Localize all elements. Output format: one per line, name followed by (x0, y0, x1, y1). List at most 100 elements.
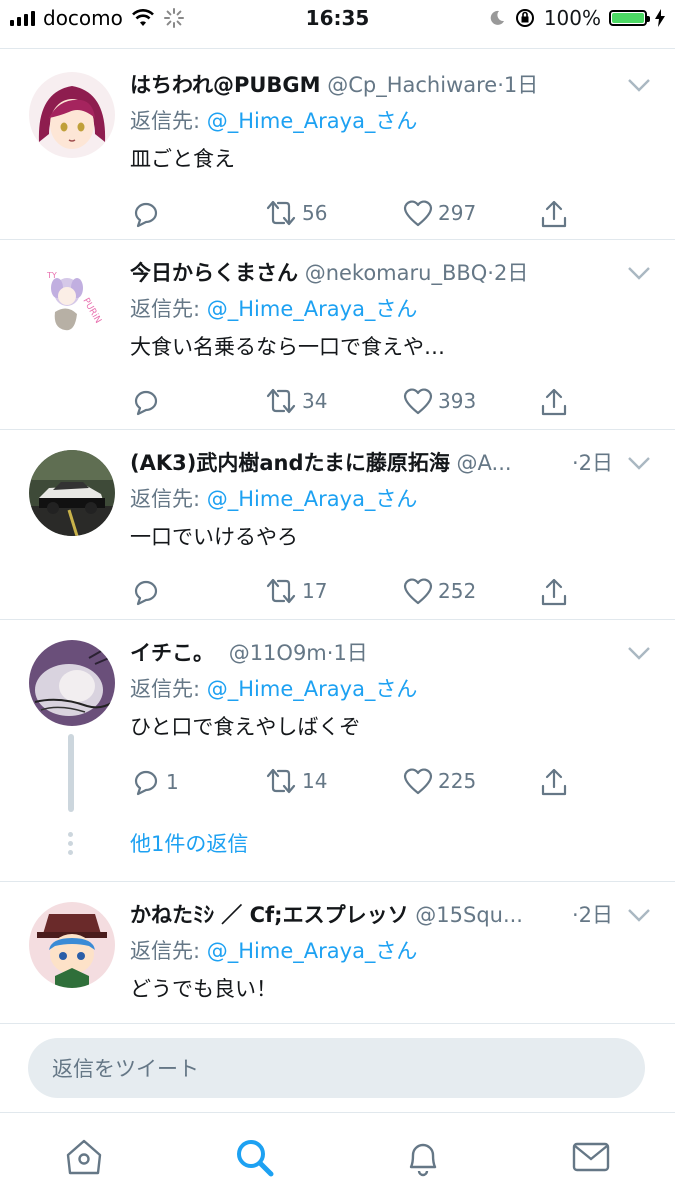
reply-icon (134, 770, 158, 796)
notifications-icon[interactable] (401, 1135, 445, 1179)
tweet-text: ひと口で食えやしばくぞ (130, 715, 361, 739)
retweet-count: 17 (302, 579, 328, 603)
thread-line (68, 734, 74, 812)
heart-icon (403, 578, 433, 605)
display-name[interactable]: イチこ。 (130, 641, 214, 665)
reply-label: 返信先: (130, 109, 207, 133)
tweet-time: ·1日 (497, 73, 539, 97)
reply-label: 返信先: (130, 297, 207, 321)
like-count: 393 (438, 389, 477, 413)
chevron-down-icon[interactable] (627, 266, 651, 280)
display-name[interactable]: (AK3)武内樹andたまに藤原拓海 (130, 451, 450, 475)
avatar[interactable]: PURiN TY (29, 260, 115, 346)
tweet-text: どうでも良い！ (130, 977, 277, 1001)
reply-icon (134, 202, 158, 228)
retweet-button[interactable]: 56 (264, 198, 327, 228)
user-handle[interactable]: @Cp_Hachiware (327, 73, 497, 97)
tweet[interactable]: (AK3)武内樹andたまに藤原拓海 @A... ·2日 返信先: @_Hime… (0, 430, 675, 620)
tweet-header: 今日からくまさん @nekomaru_BBQ·2日 (130, 256, 625, 290)
user-handle[interactable]: @A... (457, 451, 512, 475)
reply-label: 返信先: (130, 487, 207, 511)
reply-context: 返信先: @_Hime_Araya_さん (130, 935, 417, 967)
share-button[interactable] (538, 386, 570, 418)
avatar[interactable] (29, 640, 115, 726)
messages-icon[interactable] (569, 1135, 613, 1179)
reply-mention-link[interactable]: @_Hime_Araya_さん (207, 677, 418, 701)
retweet-icon (266, 388, 296, 414)
heart-icon (403, 388, 433, 415)
tweet-header: (AK3)武内樹andたまに藤原拓海 @A... (130, 446, 555, 480)
battery-percent: 100% (543, 6, 601, 30)
retweet-button[interactable]: 17 (264, 576, 327, 606)
like-button[interactable]: 297 (402, 198, 476, 228)
share-button[interactable] (538, 198, 570, 230)
show-more-replies-link[interactable]: 他1件の返信 (130, 828, 248, 858)
retweet-button[interactable]: 14 (264, 766, 327, 796)
avatar[interactable] (29, 450, 115, 536)
reply-mention-link[interactable]: @_Hime_Araya_さん (207, 109, 418, 133)
retweet-count: 56 (302, 201, 328, 225)
reply-compose-bar[interactable] (28, 1038, 645, 1100)
tweet-actions: 1 14 225 (130, 766, 590, 802)
reply-mention-link[interactable]: @_Hime_Araya_さん (207, 487, 418, 511)
share-icon (541, 200, 567, 228)
tweet[interactable]: はちわれ@PUBGM @Cp_Hachiware·1日 返信先: @_Hime_… (0, 52, 675, 240)
reply-button[interactable] (130, 576, 166, 608)
tweet-time: ·2日 (487, 261, 529, 285)
reply-button[interactable]: 1 (130, 766, 179, 798)
share-button[interactable] (538, 766, 570, 798)
tweet-text: 大食い名乗るなら一口で食えや… (130, 335, 445, 359)
avatar[interactable] (29, 902, 115, 988)
share-icon (541, 768, 567, 796)
home-icon[interactable] (62, 1135, 106, 1179)
reply-context: 返信先: @_Hime_Araya_さん (130, 483, 417, 515)
reply-mention-link[interactable]: @_Hime_Araya_さん (207, 939, 418, 963)
reply-button[interactable] (130, 198, 166, 230)
retweet-button[interactable]: 34 (264, 386, 327, 416)
moon-icon (490, 10, 504, 25)
chevron-down-icon[interactable] (627, 78, 651, 92)
like-button[interactable]: 252 (402, 576, 476, 606)
tweet[interactable]: かねたﾐｼ ／ Cf;エスプレッソ @15Squ... ·2日 返信先: @_H… (0, 882, 675, 1024)
battery-icon (609, 10, 650, 26)
display-name[interactable]: 今日からくまさん (130, 261, 298, 285)
retweet-icon (266, 768, 296, 794)
share-icon (541, 388, 567, 416)
retweet-icon (266, 578, 296, 604)
share-icon (541, 578, 567, 606)
tab-bar (0, 1112, 675, 1201)
orientation-lock-icon (515, 9, 534, 27)
reply-context: 返信先: @_Hime_Araya_さん (130, 105, 417, 137)
svg-text:TY: TY (46, 271, 57, 280)
reply-input[interactable] (50, 1038, 614, 1100)
like-button[interactable]: 225 (402, 766, 476, 796)
charging-bolt-icon (655, 9, 665, 27)
tweet[interactable]: PURiN TY 今日からくまさん @nekomaru_BBQ·2日 返信先: … (0, 240, 675, 430)
reply-button[interactable] (130, 386, 166, 418)
tweet[interactable]: イチこ。 @11O9m·1日 返信先: @_Hime_Araya_さん ひと口で… (0, 620, 675, 882)
chevron-down-icon[interactable] (627, 456, 651, 470)
user-handle[interactable]: @nekomaru_BBQ (305, 261, 488, 285)
reply-label: 返信先: (130, 939, 207, 963)
retweet-count: 14 (302, 769, 328, 793)
tweet-header: かねたﾐｼ ／ Cf;エスプレッソ @15Squ... (130, 898, 555, 932)
tweet-time: ·2日 (571, 451, 613, 475)
reply-mention-link[interactable]: @_Hime_Araya_さん (207, 297, 418, 321)
retweet-count: 34 (302, 389, 328, 413)
user-handle[interactable]: @15Squ... (415, 903, 523, 927)
share-button[interactable] (538, 576, 570, 608)
tweet-time: ·1日 (326, 641, 368, 665)
search-icon[interactable] (232, 1135, 276, 1179)
like-count: 297 (438, 201, 477, 225)
avatar[interactable] (29, 72, 115, 158)
reply-count: 1 (166, 770, 179, 794)
reply-label: 返信先: (130, 677, 207, 701)
display-name[interactable]: かねたﾐｼ ／ Cf;エスプレッソ (130, 903, 409, 927)
like-button[interactable]: 393 (402, 386, 476, 416)
chevron-down-icon[interactable] (627, 646, 651, 660)
retweet-icon (266, 200, 296, 226)
chevron-down-icon[interactable] (627, 908, 651, 922)
display-name[interactable]: はちわれ@PUBGM (130, 73, 321, 97)
user-handle[interactable]: @11O9m (229, 641, 327, 665)
tweet-text: 一口でいけるやろ (130, 525, 298, 549)
